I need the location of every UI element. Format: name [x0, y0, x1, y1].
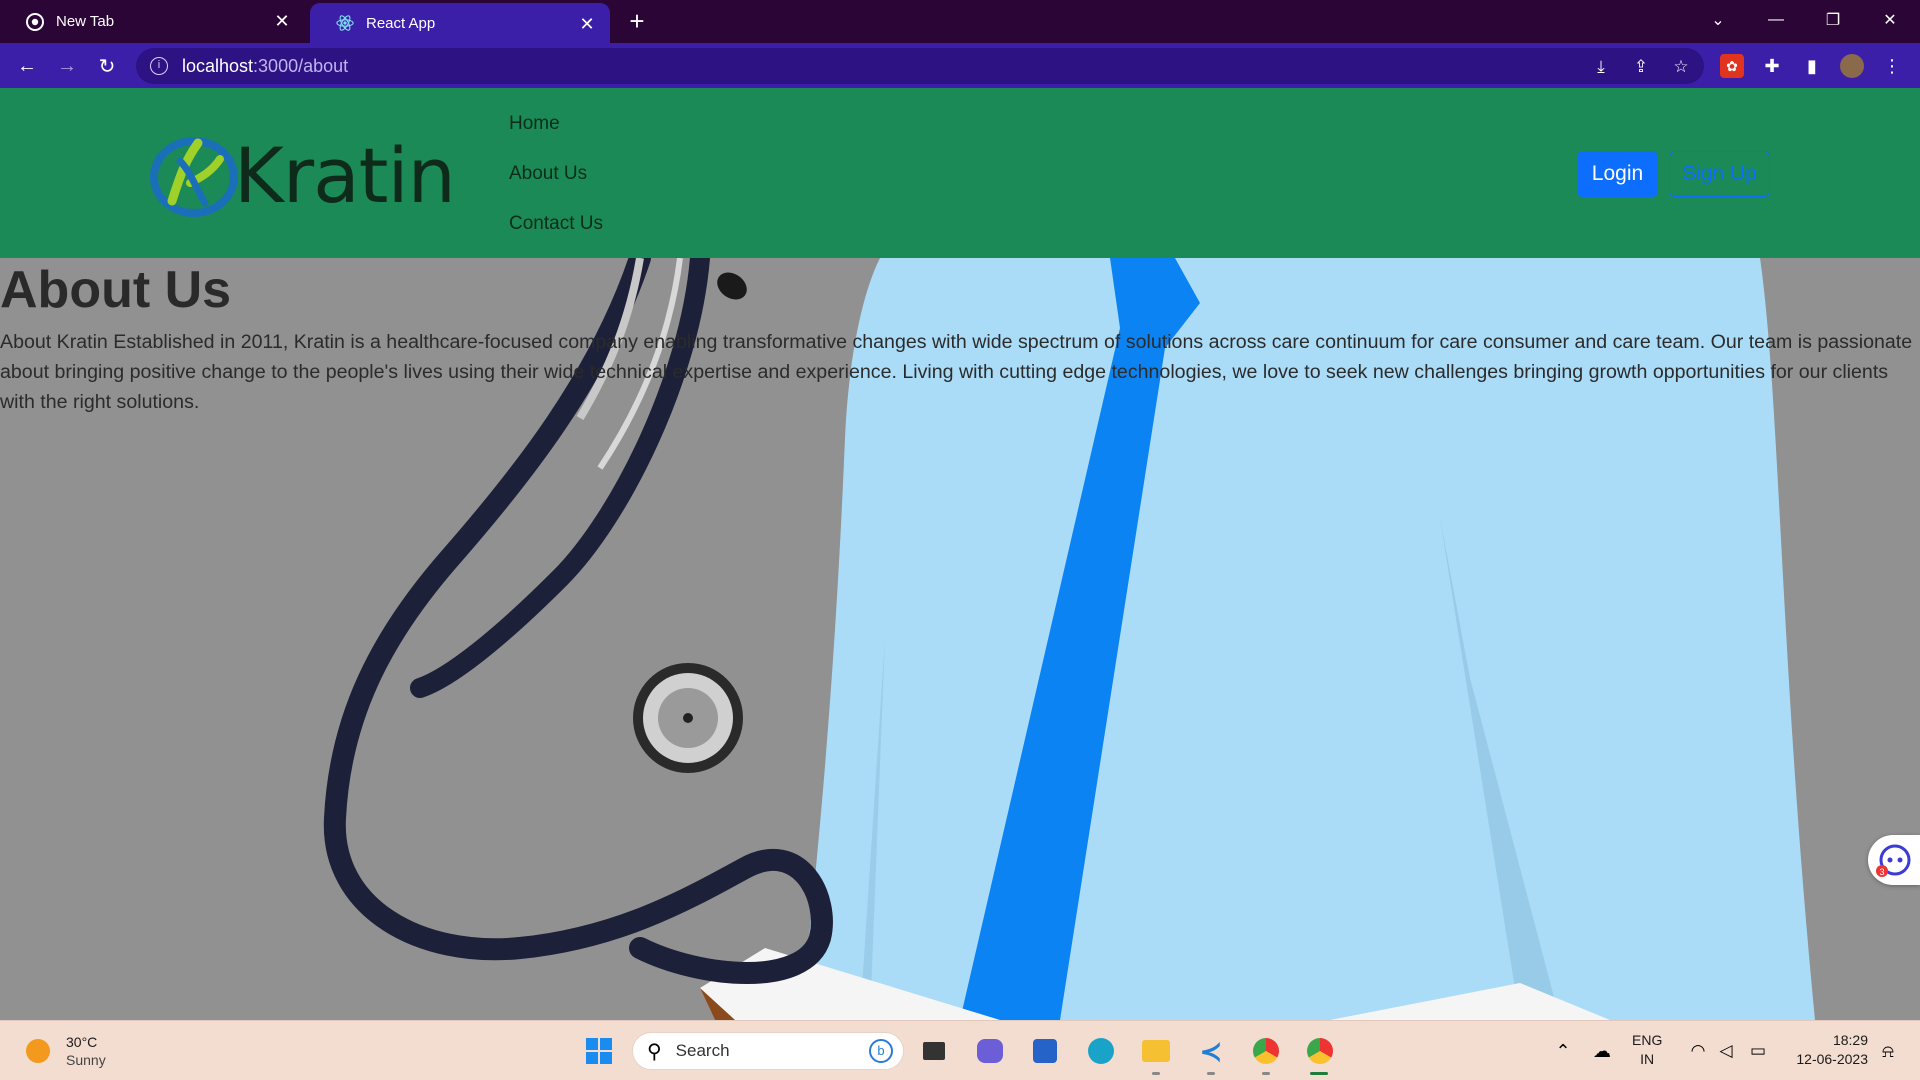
kratin-logo-mark: [150, 137, 238, 217]
url-host: localhost: [182, 55, 254, 76]
share-icon[interactable]: ⇪: [1630, 56, 1652, 78]
temperature: 30°C: [66, 1034, 98, 1050]
running-indicator: [1262, 1072, 1270, 1075]
clock[interactable]: 18:29 12-06-2023: [1784, 1031, 1868, 1069]
reload-icon[interactable]: ↻: [92, 51, 122, 81]
browser-toolbar: ← → ↻ i localhost:3000/about ⤓ ⇪ ☆ ✿ ✚ ▮…: [0, 43, 1920, 88]
page-title: About Us: [0, 261, 232, 319]
login-button[interactable]: Login: [1577, 151, 1658, 197]
chrome-taskbar-icon[interactable]: [1248, 1033, 1284, 1069]
tab-strip: New Tab ✕ React App ✕ + ⌄ — ❐ ✕: [0, 0, 1920, 43]
install-icon[interactable]: ⤓: [1590, 56, 1612, 78]
windows-start-icon[interactable]: [581, 1033, 617, 1069]
react-icon: [336, 14, 354, 32]
tab-title: React App: [366, 14, 436, 32]
vscode-icon[interactable]: ≺: [1193, 1033, 1229, 1069]
menu-kebab-icon[interactable]: ⋮: [1880, 54, 1904, 78]
volume-icon[interactable]: ◁: [1708, 1033, 1744, 1069]
search-label: Search: [675, 1041, 730, 1060]
edge-icon[interactable]: [1083, 1033, 1119, 1069]
tab-react-app[interactable]: React App ✕: [310, 3, 610, 43]
chat-widget-button[interactable]: 3: [1868, 835, 1920, 885]
running-indicator: [1152, 1072, 1160, 1075]
chrome-active-icon[interactable]: [1302, 1033, 1338, 1069]
teams-chat-icon[interactable]: [972, 1033, 1008, 1069]
close-window-button[interactable]: ✕: [1862, 0, 1918, 40]
about-description: About Kratin Established in 2011, Kratin…: [0, 331, 1913, 413]
chat-badge-count: 3: [1879, 867, 1884, 877]
tab-title: New Tab: [56, 13, 115, 30]
tab-new-tab[interactable]: New Tab ✕: [0, 0, 305, 43]
nav-contact-us[interactable]: Contact Us: [509, 206, 603, 256]
onedrive-icon[interactable]: ☁: [1584, 1033, 1620, 1069]
restore-button[interactable]: ❐: [1805, 0, 1861, 40]
weather-condition: Sunny: [66, 1052, 106, 1068]
side-panel-icon[interactable]: ▮: [1800, 54, 1824, 78]
kratin-logo[interactable]: Kratin: [150, 130, 475, 220]
forward-icon[interactable]: →: [52, 51, 82, 81]
close-tab-icon[interactable]: ✕: [273, 12, 291, 30]
search-icon: ⚲: [647, 1040, 662, 1063]
clock-time: 18:29: [1832, 1032, 1868, 1048]
url-text: localhost:3000/about: [182, 56, 348, 77]
url-path: :3000/about: [253, 55, 349, 76]
clock-date: 12-06-2023: [1796, 1051, 1868, 1067]
brand-name: Kratin: [234, 130, 456, 220]
file-explorer-icon[interactable]: [1138, 1033, 1174, 1069]
store-icon[interactable]: [1027, 1033, 1063, 1069]
page-viewport: Kratin Home About Us Contact Us Login Si…: [0, 88, 1920, 1020]
sun-icon: [26, 1039, 50, 1063]
task-view-icon[interactable]: [916, 1033, 952, 1069]
profile-avatar[interactable]: [1840, 54, 1864, 78]
extensions-puzzle-icon[interactable]: ✚: [1760, 54, 1784, 78]
extension-icon[interactable]: ✿: [1720, 54, 1744, 78]
signup-button[interactable]: Sign Up: [1669, 151, 1770, 197]
bing-icon[interactable]: b: [869, 1039, 893, 1063]
notification-bell-icon[interactable]: ⍾: [1870, 1033, 1906, 1069]
nav-about-us[interactable]: About Us: [509, 156, 603, 206]
minimize-button[interactable]: —: [1748, 0, 1804, 40]
back-icon[interactable]: ←: [12, 51, 42, 81]
site-header: Kratin Home About Us Contact Us Login Si…: [0, 88, 1920, 258]
bookmark-star-icon[interactable]: ☆: [1670, 56, 1692, 78]
tab-search-icon[interactable]: ⌄: [1690, 0, 1746, 40]
nav-home[interactable]: Home: [509, 106, 603, 156]
chrome-icon: [26, 12, 44, 31]
taskbar: 30°C Sunny ⚲ Search b ≺ ⌃ ☁ ENG IN ◠ ◁ ▭…: [0, 1020, 1920, 1080]
show-hidden-icons-chevron-icon[interactable]: ⌃: [1545, 1033, 1581, 1069]
language-indicator[interactable]: ENG IN: [1632, 1031, 1662, 1069]
site-info-icon[interactable]: i: [150, 57, 168, 75]
chat-bot-icon: 3: [1876, 844, 1911, 877]
taskbar-search[interactable]: ⚲ Search b: [632, 1032, 904, 1070]
about-hero: About Us About Kratin Established in 201…: [0, 258, 1920, 1020]
new-tab-button[interactable]: +: [624, 8, 650, 35]
lang-line1: ENG: [1632, 1032, 1663, 1048]
close-tab-icon[interactable]: ✕: [578, 15, 596, 33]
weather-widget[interactable]: 30°C Sunny: [26, 1033, 106, 1069]
main-nav: Home About Us Contact Us: [509, 106, 603, 256]
active-indicator: [1310, 1072, 1328, 1075]
battery-icon[interactable]: ▭: [1740, 1033, 1776, 1069]
lang-line2: IN: [1640, 1051, 1655, 1067]
address-bar[interactable]: i localhost:3000/about ⤓ ⇪ ☆: [136, 48, 1704, 84]
running-indicator: [1207, 1072, 1215, 1075]
